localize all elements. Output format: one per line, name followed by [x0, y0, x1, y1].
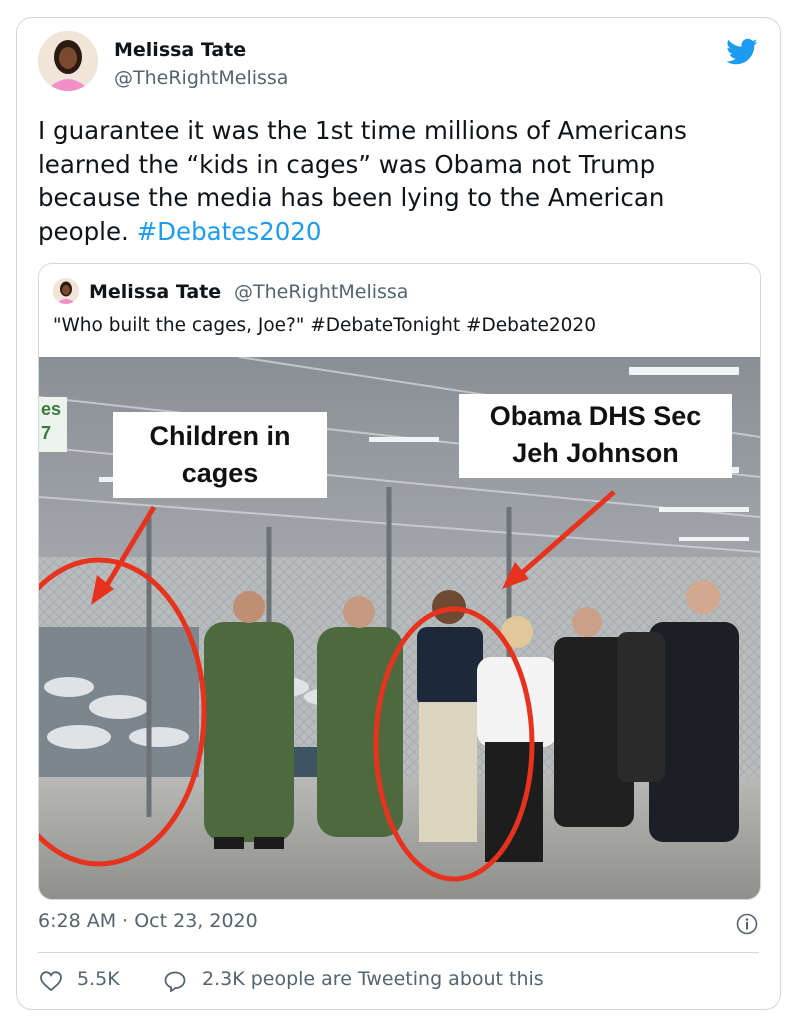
obama-dhs-label: Obama DHS Sec Jeh Johnson: [459, 394, 732, 478]
tweet-text: I guarantee it was the 1st time millions…: [38, 114, 763, 248]
reply-bubble-icon[interactable]: [163, 970, 187, 992]
children-in-cages-label: Children in cages: [113, 412, 327, 498]
divider: [38, 952, 759, 953]
quoted-photo[interactable]: es 7 Children in cages Obama DHS Sec Jeh…: [39, 357, 760, 899]
quoted-text: "Who built the cages, Joe?" #DebateTonig…: [53, 315, 596, 336]
avatar[interactable]: [38, 31, 98, 91]
author-handle[interactable]: @TheRightMelissa: [114, 67, 288, 89]
label-line: cages: [181, 458, 259, 488]
tweet-timestamp[interactable]: 6:28 AM · Oct 23, 2020: [38, 910, 258, 932]
tweet-body: I guarantee it was the 1st time millions…: [38, 116, 687, 246]
tweet-card: Melissa Tate @TheRightMelissa I guarante…: [16, 17, 781, 1010]
info-icon[interactable]: [736, 913, 758, 935]
quoted-author-handle: @TheRightMelissa: [234, 281, 409, 303]
twitter-bird-icon[interactable]: [726, 38, 758, 66]
svg-text:es: es: [41, 399, 61, 419]
author-name[interactable]: Melissa Tate: [114, 39, 246, 61]
heart-icon[interactable]: [39, 970, 63, 992]
label-line: Obama DHS Sec: [489, 401, 702, 431]
svg-text:7: 7: [41, 423, 51, 443]
quoted-avatar: [53, 278, 79, 304]
label-line: Jeh Johnson: [512, 438, 679, 468]
like-count[interactable]: 5.5K: [77, 968, 120, 990]
hashtag-link[interactable]: #Debates2020: [137, 217, 322, 246]
label-line: Children in: [149, 421, 291, 451]
tweeting-about-link[interactable]: 2.3K people are Tweeting about this: [202, 968, 544, 990]
quoted-author-name: Melissa Tate: [89, 281, 222, 303]
quoted-tweet[interactable]: Melissa Tate @TheRightMelissa "Who built…: [38, 263, 761, 900]
